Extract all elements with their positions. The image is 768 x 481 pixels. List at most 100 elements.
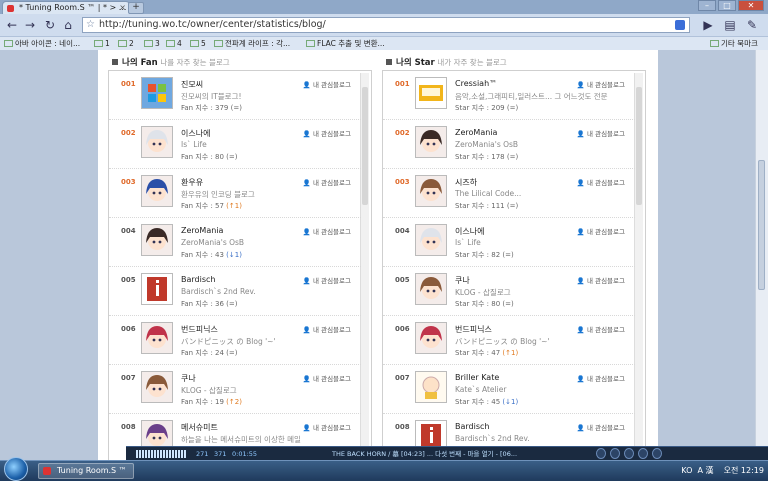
bookmark-item[interactable]: 3 (144, 37, 160, 50)
add-favorite-link[interactable]: 👤 내 관심블로그 (577, 128, 625, 138)
blog-name[interactable]: Bardisch (181, 275, 215, 284)
fan-list-scrollbar[interactable] (360, 73, 369, 462)
new-tab-button[interactable]: + (128, 2, 144, 14)
bookmark-item[interactable]: FLAC 추출 및 변환... (306, 37, 385, 50)
list-item[interactable]: 006 번드피닉스 バンドピニッス の Blog '~' Fan 지수 : 24 (=… (109, 316, 361, 365)
blog-name[interactable]: 이스나에 (455, 226, 484, 237)
blog-avatar[interactable] (415, 273, 447, 305)
maximize-icon[interactable]: □ (718, 0, 736, 11)
list-item[interactable]: 007 Briller Kate Kate`s Atelier Star 지수 : 4… (383, 365, 635, 414)
page-scrollbar[interactable] (755, 50, 768, 462)
add-favorite-link[interactable]: 👤 내 관심블로그 (577, 275, 625, 285)
blog-avatar[interactable] (415, 322, 447, 354)
blog-name[interactable]: 번드피닉스 (455, 324, 492, 335)
blog-name[interactable]: 메서슈미트 (181, 422, 218, 433)
bookmark-item[interactable]: 1 (94, 37, 110, 50)
ime-mode[interactable]: A 漢 (697, 466, 713, 475)
add-favorite-link[interactable]: 👤 내 관심블로그 (303, 275, 351, 285)
minimize-icon[interactable]: – (698, 0, 716, 11)
list-item[interactable]: 002 ZeroMania ZeroMania's OsB Star 지수 : 178… (383, 120, 635, 169)
add-favorite-link[interactable]: 👤 내 관심블로그 (577, 324, 625, 334)
bookmark-item[interactable]: 4 (166, 37, 182, 50)
list-item[interactable]: 005 Bardisch Bardisch`s 2nd Rev. Fan 지수 : 3… (109, 267, 361, 316)
bookmark-item[interactable]: 아바 아이콘 : 네이... (4, 37, 80, 50)
ime-language[interactable]: KO (681, 466, 692, 475)
tab-close-icon[interactable]: × (119, 2, 126, 14)
blog-name[interactable]: Briller Kate (455, 373, 499, 382)
next-icon[interactable] (652, 448, 662, 459)
bookmark-item[interactable]: 5 (190, 37, 206, 50)
forward-icon[interactable]: → (22, 17, 38, 33)
blog-avatar[interactable] (141, 126, 173, 158)
blog-name[interactable]: 이스나에 (181, 128, 210, 139)
blog-avatar[interactable] (141, 273, 173, 305)
add-favorite-link[interactable]: 👤 내 관심블로그 (303, 422, 351, 432)
blog-avatar[interactable] (415, 175, 447, 207)
scroll-thumb[interactable] (636, 87, 642, 205)
pause-icon[interactable] (624, 448, 634, 459)
list-item[interactable]: 004 ZeroMania ZeroMania's OsB Fan 지수 : 43 (… (109, 218, 361, 267)
blog-name[interactable]: 번드피닉스 (181, 324, 218, 335)
start-button[interactable] (4, 457, 28, 481)
blog-avatar[interactable] (141, 322, 173, 354)
page-scroll-thumb[interactable] (758, 160, 765, 290)
blog-name[interactable]: ZeroMania (455, 128, 497, 137)
home-icon[interactable]: ⌂ (60, 17, 76, 33)
back-icon[interactable]: ← (4, 17, 20, 33)
blog-name[interactable]: 쿠나 (455, 275, 470, 286)
add-favorite-link[interactable]: 👤 내 관심블로그 (577, 422, 625, 432)
list-item[interactable]: 002 이스나에 Is` Life Fan 지수 : 80 (=) 👤 내 관심블로그 (109, 120, 361, 169)
blog-avatar[interactable] (141, 175, 173, 207)
list-item[interactable]: 001 진모씨 진모씨의 IT블로그! Fan 지수 : 379 (=) 👤 내 관심블… (109, 71, 361, 120)
blog-avatar[interactable] (141, 77, 173, 109)
other-bookmarks[interactable]: 기타 북마크 (710, 37, 758, 50)
add-favorite-link[interactable]: 👤 내 관심블로그 (303, 177, 351, 187)
blog-avatar[interactable] (415, 77, 447, 109)
blog-avatar[interactable] (415, 371, 447, 403)
blog-name[interactable]: Cressiah™ (455, 79, 497, 88)
page-menu-icon[interactable]: ▤ (722, 17, 738, 33)
bookmark-star-icon[interactable]: ☆ (86, 18, 95, 32)
list-item[interactable]: 003 환우유 환우유의 인코딩 블로그 Fan 지수 : 57 (↑1) 👤 내 관심… (109, 169, 361, 218)
blog-avatar[interactable] (415, 126, 447, 158)
browser-tab[interactable]: * Tuning Room.S ™ | * > ... × (2, 1, 130, 14)
add-favorite-link[interactable]: 👤 내 관심블로그 (577, 373, 625, 383)
go-icon[interactable]: ▶ (700, 17, 716, 33)
list-item[interactable]: 006 번드피닉스 バンドピニッス の Blog '~' Star 지수 : 47 (… (383, 316, 635, 365)
list-item[interactable]: 001 Cressiah™ 음악,소설,그래피티,일러스트... 그 어느것도 전문… (383, 71, 635, 120)
add-favorite-link[interactable]: 👤 내 관심블로그 (577, 177, 625, 187)
blog-name[interactable]: 환우유 (181, 177, 203, 188)
add-favorite-link[interactable]: 👤 내 관심블로그 (303, 128, 351, 138)
reload-icon[interactable]: ↻ (42, 17, 58, 33)
stop-icon[interactable] (638, 448, 648, 459)
prev-icon[interactable] (596, 448, 606, 459)
blog-name[interactable]: 진모씨 (181, 79, 203, 90)
list-item[interactable]: 003 시즈하 The Lilical Code... Star 지수 : 111 (… (383, 169, 635, 218)
extension-icon[interactable] (675, 20, 685, 30)
add-favorite-link[interactable]: 👤 내 관심블로그 (303, 226, 351, 236)
blog-avatar[interactable] (415, 224, 447, 256)
play-icon[interactable] (610, 448, 620, 459)
add-favorite-link[interactable]: 👤 내 관심블로그 (577, 79, 625, 89)
blog-name[interactable]: ZeroMania (181, 226, 223, 235)
address-bar[interactable]: ☆ http://tuning.wo.tc/owner/center/stati… (82, 17, 690, 33)
list-item[interactable]: 004 이스나에 Is` Life Star 지수 : 82 (=) 👤 내 관심블로그 (383, 218, 635, 267)
scroll-thumb[interactable] (362, 87, 368, 205)
clock[interactable]: 오전 12:19 (724, 466, 764, 475)
wrench-icon[interactable]: ✎ (744, 17, 760, 33)
list-item[interactable]: 005 쿠나 KLOG - 삽질로그 Star 지수 : 80 (=) 👤 내 관심블로… (383, 267, 635, 316)
taskbar-browser-button[interactable]: Tuning Room.S ™ (38, 463, 134, 479)
blog-avatar[interactable] (141, 224, 173, 256)
blog-name[interactable]: 쿠나 (181, 373, 196, 384)
close-window-icon[interactable]: ✕ (738, 0, 764, 11)
star-list-scrollbar[interactable] (634, 73, 643, 462)
blog-avatar[interactable] (141, 371, 173, 403)
blog-name[interactable]: 시즈하 (455, 177, 477, 188)
add-favorite-link[interactable]: 👤 내 관심블로그 (303, 79, 351, 89)
list-item[interactable]: 007 쿠나 KLOG - 삽질로그 Fan 지수 : 19 (↑2) 👤 내 관심블로… (109, 365, 361, 414)
add-favorite-link[interactable]: 👤 내 관심블로그 (303, 324, 351, 334)
add-favorite-link[interactable]: 👤 내 관심블로그 (303, 373, 351, 383)
bookmark-item[interactable]: 2 (118, 37, 134, 50)
blog-name[interactable]: Bardisch (455, 422, 489, 431)
add-favorite-link[interactable]: 👤 내 관심블로그 (577, 226, 625, 236)
